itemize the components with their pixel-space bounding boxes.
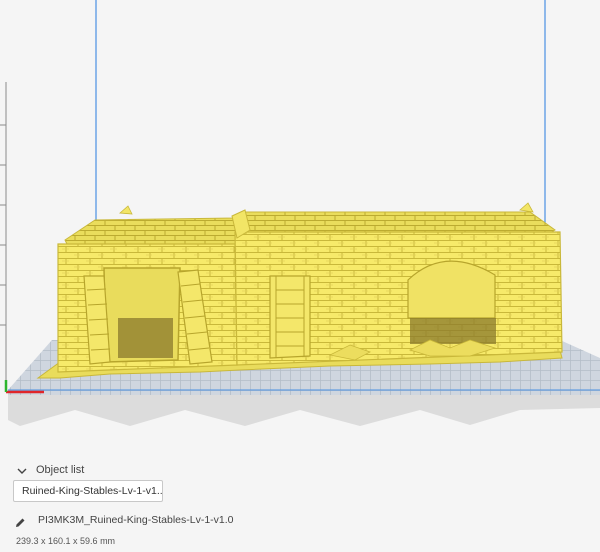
job-name-row: PI3MK3M_Ruined-King-Stables-Lv-1-v1.0 xyxy=(15,513,234,527)
pencil-icon[interactable] xyxy=(15,515,26,527)
model-ruined-king-stables[interactable] xyxy=(36,202,563,379)
chevron-down-icon[interactable] xyxy=(16,464,28,476)
object-list-item[interactable]: Ruined-King-Stables-Lv-1-v1... xyxy=(13,480,163,502)
job-name[interactable]: PI3MK3M_Ruined-King-Stables-Lv-1-v1.0 xyxy=(38,514,234,526)
model-dimensions: 239.3 x 160.1 x 59.6 mm xyxy=(16,536,116,546)
object-list-header[interactable]: Object list xyxy=(16,462,84,478)
object-list-label: Object list xyxy=(36,464,85,476)
